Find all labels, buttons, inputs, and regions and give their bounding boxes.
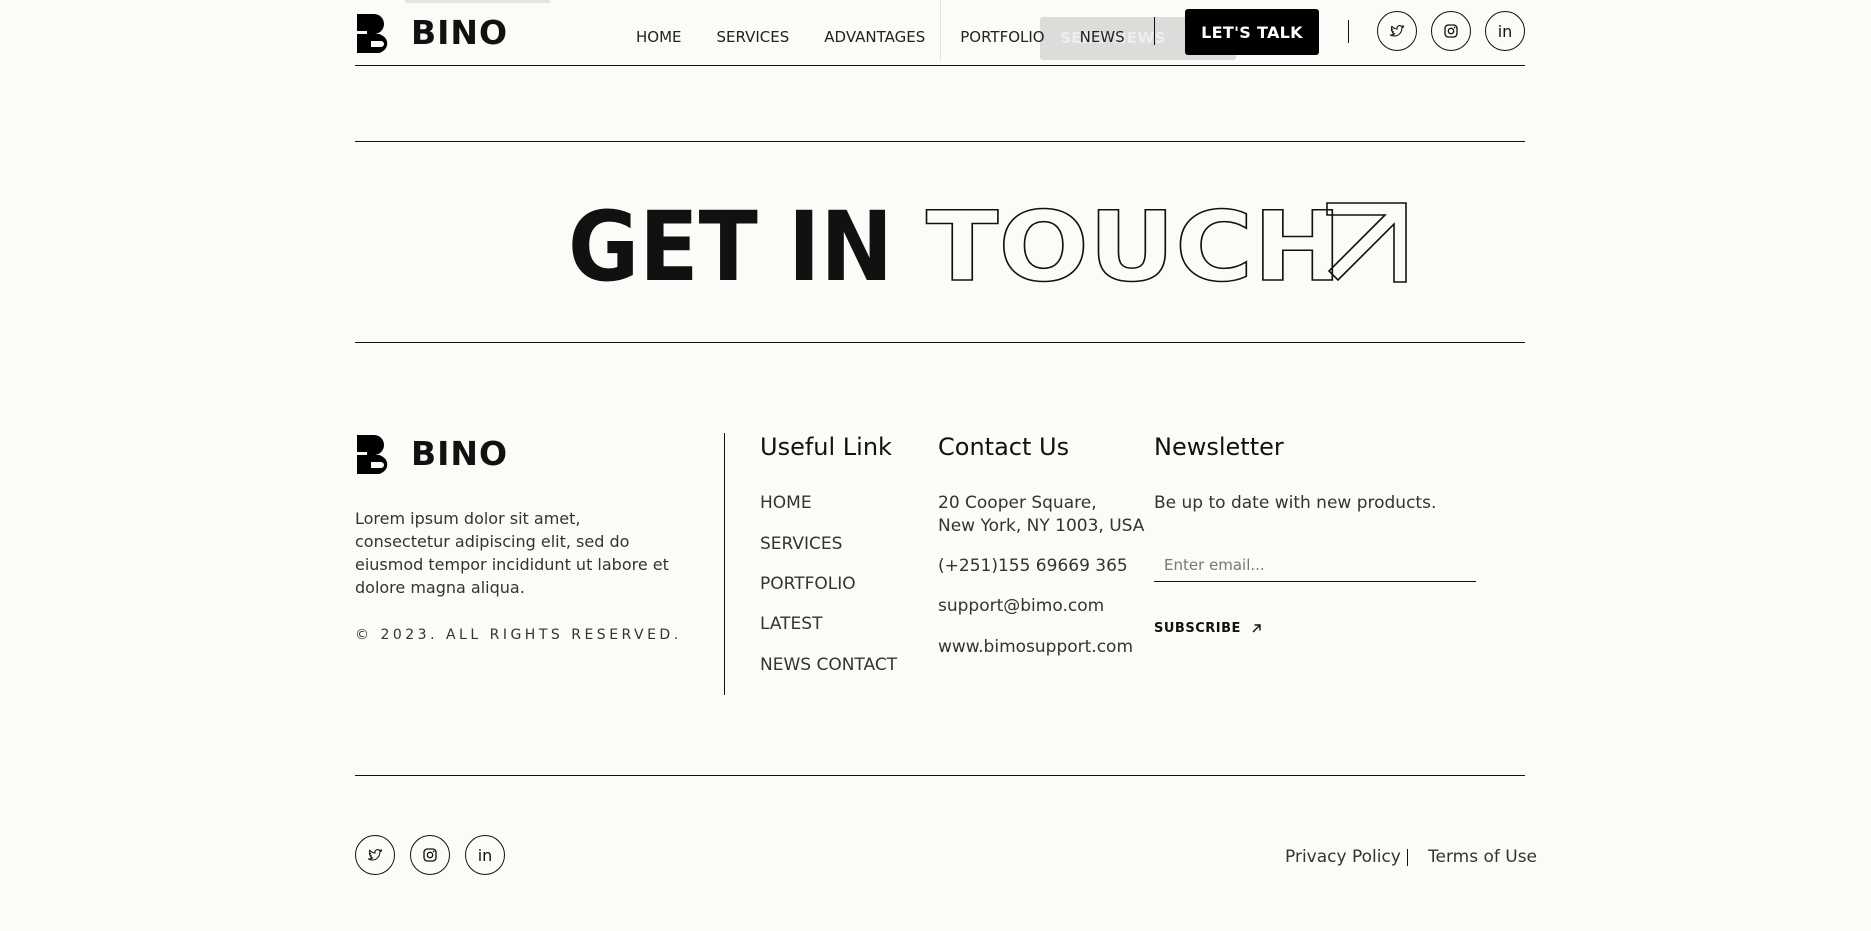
- newsletter-email-input[interactable]: [1154, 549, 1476, 582]
- contact-title: Contact Us: [938, 433, 1070, 461]
- footer-link-portfolio[interactable]: PORTFOLIO: [760, 574, 856, 594]
- contact-website[interactable]: www.bimosupport.com: [938, 636, 1133, 659]
- main-nav: HOME SERVICES ADVANTAGES PORTFOLIO NEWS: [636, 28, 1160, 46]
- lets-talk-button[interactable]: LET'S TALK: [1185, 9, 1319, 55]
- newsletter-subtitle: Be up to date with new products.: [1154, 493, 1437, 513]
- copyright-text: © 2023. ALL RIGHTS RESERVED.: [355, 627, 682, 643]
- legal-separator: [1407, 849, 1408, 866]
- nav-portfolio[interactable]: PORTFOLIO: [960, 28, 1044, 46]
- linkedin-icon: in: [477, 845, 493, 865]
- hero-outline-text: TOUCH: [926, 191, 1342, 303]
- about-description: Lorem ipsum dolor sit amet, consectetur …: [355, 509, 669, 597]
- header-linkedin-button[interactable]: in: [1485, 11, 1525, 51]
- header-bottom-rule: [355, 65, 1525, 66]
- useful-links-title: Useful Link: [760, 433, 892, 461]
- terms-of-use-link[interactable]: Terms of Use: [1428, 847, 1537, 867]
- footer-link-home[interactable]: HOME: [760, 493, 812, 513]
- contact-address-line2: New York, NY 1003, USA: [938, 516, 1145, 536]
- instagram-icon: [1444, 24, 1458, 38]
- logo-mark-icon: [357, 435, 388, 474]
- newsletter-title: Newsletter: [1154, 433, 1284, 461]
- nav-news[interactable]: NEWS: [1080, 28, 1125, 46]
- header-twitter-button[interactable]: [1377, 11, 1417, 51]
- twitter-icon: [367, 849, 383, 861]
- header-scroll-indicator: [405, 0, 550, 3]
- twitter-icon: [1389, 25, 1405, 37]
- hero-solid-text: GET IN: [568, 191, 893, 303]
- subscribe-button[interactable]: SUBSCRIBE: [1154, 621, 1262, 636]
- contact-address-line1: 20 Cooper Square,: [938, 493, 1097, 513]
- linkedin-icon: in: [1497, 21, 1513, 41]
- nav-advantages[interactable]: ADVANTAGES: [824, 28, 925, 46]
- nav-home[interactable]: HOME: [636, 28, 682, 46]
- arrow-up-right-icon: [1252, 624, 1261, 633]
- header-instagram-button[interactable]: [1431, 11, 1471, 51]
- instagram-icon: [423, 848, 437, 862]
- brand-name: BINO: [411, 12, 509, 52]
- footer-brand-name: BINO: [411, 433, 509, 473]
- footer-link-news-contact[interactable]: NEWS CONTACT: [760, 655, 897, 675]
- nav-separator: [1154, 17, 1155, 45]
- hero-heading: GET IN TOUCH: [568, 190, 1407, 304]
- footer-twitter-button[interactable]: [355, 835, 395, 875]
- footer-instagram-button[interactable]: [410, 835, 450, 875]
- subscribe-label: SUBSCRIBE: [1154, 621, 1241, 636]
- get-in-touch-banner[interactable]: GET IN TOUCH: [355, 180, 1525, 320]
- logo-mark-icon: [357, 14, 388, 53]
- privacy-policy-link[interactable]: Privacy Policy: [1285, 847, 1401, 867]
- footer-linkedin-button[interactable]: in: [465, 835, 505, 875]
- hero-top-rule: [355, 141, 1525, 142]
- hero-bottom-rule: [355, 342, 1525, 343]
- contact-email[interactable]: support@bimo.com: [938, 595, 1104, 618]
- contact-phone[interactable]: (+251)155 69669 365: [938, 555, 1128, 578]
- footer-bottom-rule: [355, 775, 1525, 776]
- footer-link-latest[interactable]: LATEST: [760, 614, 822, 634]
- header-separator: [1348, 20, 1349, 43]
- header-logo[interactable]: BINO: [355, 11, 508, 53]
- footer-link-services[interactable]: SERVICES: [760, 534, 842, 554]
- nav-services[interactable]: SERVICES: [717, 28, 790, 46]
- footer-logo[interactable]: BINO: [355, 432, 508, 474]
- footer-column-divider: [724, 433, 725, 695]
